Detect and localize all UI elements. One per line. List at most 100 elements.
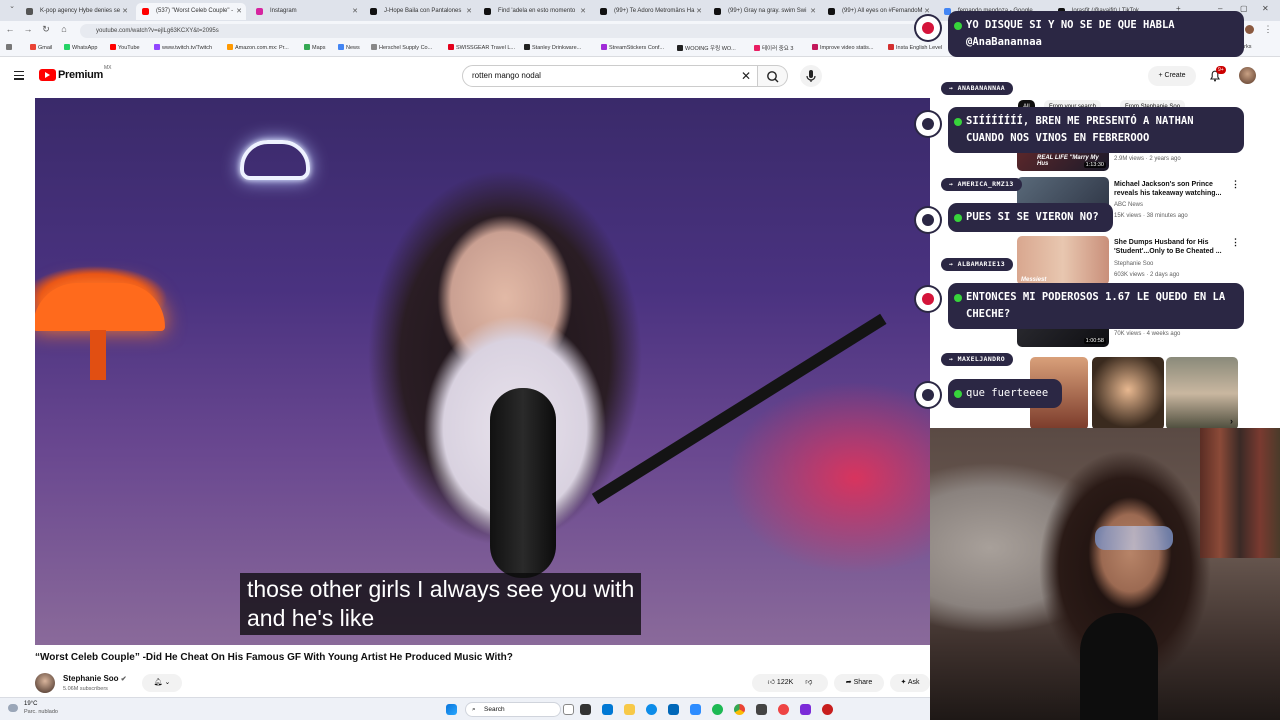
video-meta: 15K views · 38 minutes ago	[1114, 213, 1188, 219]
mic-arm	[591, 313, 887, 505]
bookmark-item[interactable]: WhatsApp	[64, 44, 97, 51]
streamer-glasses	[1095, 526, 1173, 550]
video-player[interactable]: those other girls I always see you with …	[35, 98, 930, 645]
shorts-thumbnail[interactable]	[1092, 357, 1164, 430]
taskbar-search[interactable]: ⌕ Search	[465, 702, 561, 717]
file-explorer-icon[interactable]	[624, 704, 635, 715]
spotify-icon[interactable]	[712, 704, 723, 715]
video-duration: 1:13:30	[1083, 162, 1106, 168]
app-icon[interactable]	[563, 704, 574, 715]
like-button[interactable]: 👍︎ 122K	[768, 679, 794, 686]
video-meta: 603K views · 2 days ago	[1114, 272, 1180, 278]
bookmark-item[interactable]: 테이러 중요 3	[754, 44, 793, 52]
video-title-small[interactable]: She Dumps Husband for His 'Student'...On…	[1114, 238, 1238, 256]
sparkle-icon: ✦	[900, 679, 907, 686]
bookmark-item[interactable]: Herschel Supply Co...	[371, 44, 432, 51]
app-icon[interactable]	[800, 704, 811, 715]
tiktok-favicon-icon	[370, 8, 377, 15]
tab-close-icon[interactable]: ✕	[466, 3, 472, 20]
apps-icon[interactable]	[6, 44, 14, 51]
create-button[interactable]: + Create	[1148, 66, 1196, 86]
like-dislike-group: 👍︎ 122K 👎︎	[752, 674, 828, 692]
bookmark-item[interactable]: www.twitch.tv/Twitch	[154, 44, 212, 51]
search-input[interactable]: rotten mango nodal ✕	[462, 65, 758, 87]
bookmark-item[interactable]: Gmail	[30, 44, 52, 51]
tab-close-icon[interactable]: ✕	[122, 3, 128, 20]
shorts-thumbnail[interactable]	[1166, 357, 1238, 430]
hamburger-menu-icon[interactable]	[14, 71, 24, 82]
tab-close-icon[interactable]: ✕	[352, 3, 358, 20]
chrome-icon[interactable]	[734, 704, 745, 715]
reload-icon[interactable]: ↻	[40, 24, 52, 35]
tiktok-favicon-icon	[828, 8, 835, 15]
browser-tab[interactable]: (99+) Te Adoro Metromäns Ha ✕	[594, 3, 706, 20]
task-view-icon[interactable]	[580, 704, 591, 715]
bookmark-item[interactable]: Stanley Drinkware...	[524, 44, 581, 51]
share-button[interactable]: ➦ Share	[834, 674, 884, 692]
forward-icon[interactable]: →	[22, 24, 34, 34]
tab-close-icon[interactable]: ✕	[696, 3, 702, 20]
maximize-icon[interactable]: ▢	[1240, 4, 1248, 13]
app-icon[interactable]	[778, 704, 789, 715]
bookmark-item[interactable]: StreamStickers Conf...	[601, 44, 664, 51]
lamp-base	[90, 330, 106, 380]
profile-icon[interactable]	[1245, 25, 1257, 34]
account-avatar[interactable]	[1239, 67, 1256, 84]
tab-search-icon[interactable]: ⌄	[6, 2, 18, 10]
more-options-icon[interactable]: ⋮	[1231, 238, 1240, 247]
bookmark-item[interactable]: WOOING 우링 WO...	[677, 44, 736, 52]
more-options-icon[interactable]: ⋮	[1231, 180, 1240, 189]
bookmark-item[interactable]: Improve video statis...	[812, 44, 874, 51]
chat-username-text: AMERICA_RMZ13	[957, 180, 1014, 188]
browser-tab-active[interactable]: (537) "Worst Celeb Couple" - ✕	[136, 3, 246, 20]
weather-temp[interactable]: 19°C	[24, 701, 37, 707]
dislike-button[interactable]: 👎︎	[805, 679, 812, 686]
weather-icon	[8, 704, 18, 712]
ask-label: Ask	[907, 679, 920, 686]
bookmark-item[interactable]: YouTube	[110, 44, 140, 51]
zoom-icon[interactable]	[690, 704, 701, 715]
search-button[interactable]	[758, 65, 788, 87]
video-channel: Stephanie Soo	[1114, 261, 1154, 267]
video-title: “Worst Celeb Couple” -Did He Cheat On Hi…	[35, 652, 513, 663]
bookmark-item[interactable]: Insta English Level	[888, 44, 942, 51]
channel-avatar[interactable]	[35, 673, 55, 693]
youtube-premium-logo[interactable]: Premium MX	[39, 65, 111, 81]
chat-badge-icon	[916, 208, 940, 232]
browser-tab[interactable]: Find 'adela en esto momento ✕	[478, 3, 590, 20]
windows-start-icon[interactable]	[446, 704, 457, 715]
channel-name[interactable]: Stephanie Soo ✔	[63, 674, 127, 683]
bookmark-item[interactable]: SWISSGEAR Travel L...	[448, 44, 515, 51]
back-icon[interactable]: ←	[4, 24, 16, 34]
browser-tab[interactable]: Instagram ✕	[250, 3, 362, 20]
ask-button[interactable]: ✦ Ask	[890, 674, 930, 692]
arrow-right-icon: →	[949, 260, 954, 268]
voice-search-button[interactable]	[800, 65, 822, 87]
clear-search-icon[interactable]: ✕	[741, 66, 751, 86]
browser-tab[interactable]: (99+) Gray na gray. swim Swi ✕	[708, 3, 820, 20]
bookmark-item[interactable]: Amazon.com.mx: Pr...	[227, 44, 289, 51]
store-icon[interactable]	[668, 704, 679, 715]
obs-icon[interactable]	[756, 704, 767, 715]
bookmark-item[interactable]: Maps	[304, 44, 325, 51]
browser-tab[interactable]: J-Hope Baila con Pantalones ✕	[364, 3, 476, 20]
browser-tab[interactable]: (99+) All eyes on #FernandoM ✕	[822, 3, 934, 20]
tab-close-icon[interactable]: ✕	[580, 3, 586, 20]
browser-tab[interactable]: K-pop agency Hybe denies se ✕	[20, 3, 132, 20]
close-window-icon[interactable]: ✕	[1262, 4, 1269, 13]
home-icon[interactable]: ⌂	[58, 24, 70, 34]
chat-message: PUES SI SE VIERON NO?	[948, 203, 1113, 232]
subscribed-button[interactable]: 🔔︎ ⌄	[142, 674, 182, 692]
video-thumbnail[interactable]: Messiest	[1017, 236, 1109, 285]
tab-close-icon[interactable]: ✕	[236, 3, 242, 20]
edge-icon[interactable]	[646, 704, 657, 715]
video-title-small[interactable]: Michael Jackson's son Prince reveals his…	[1114, 180, 1234, 198]
app-icon[interactable]	[822, 704, 833, 715]
copilot-icon[interactable]	[602, 704, 613, 715]
url-field[interactable]: youtube.com/watch?v=ejlLg63KCXY&t=2095s	[80, 24, 940, 38]
browser-menu-icon[interactable]: ⋮	[1262, 24, 1274, 35]
bookmark-label: Maps	[312, 45, 326, 51]
tab-close-icon[interactable]: ✕	[810, 3, 816, 20]
bookmark-item[interactable]: News	[338, 44, 360, 51]
chevron-right-icon[interactable]: ›	[1230, 417, 1233, 426]
